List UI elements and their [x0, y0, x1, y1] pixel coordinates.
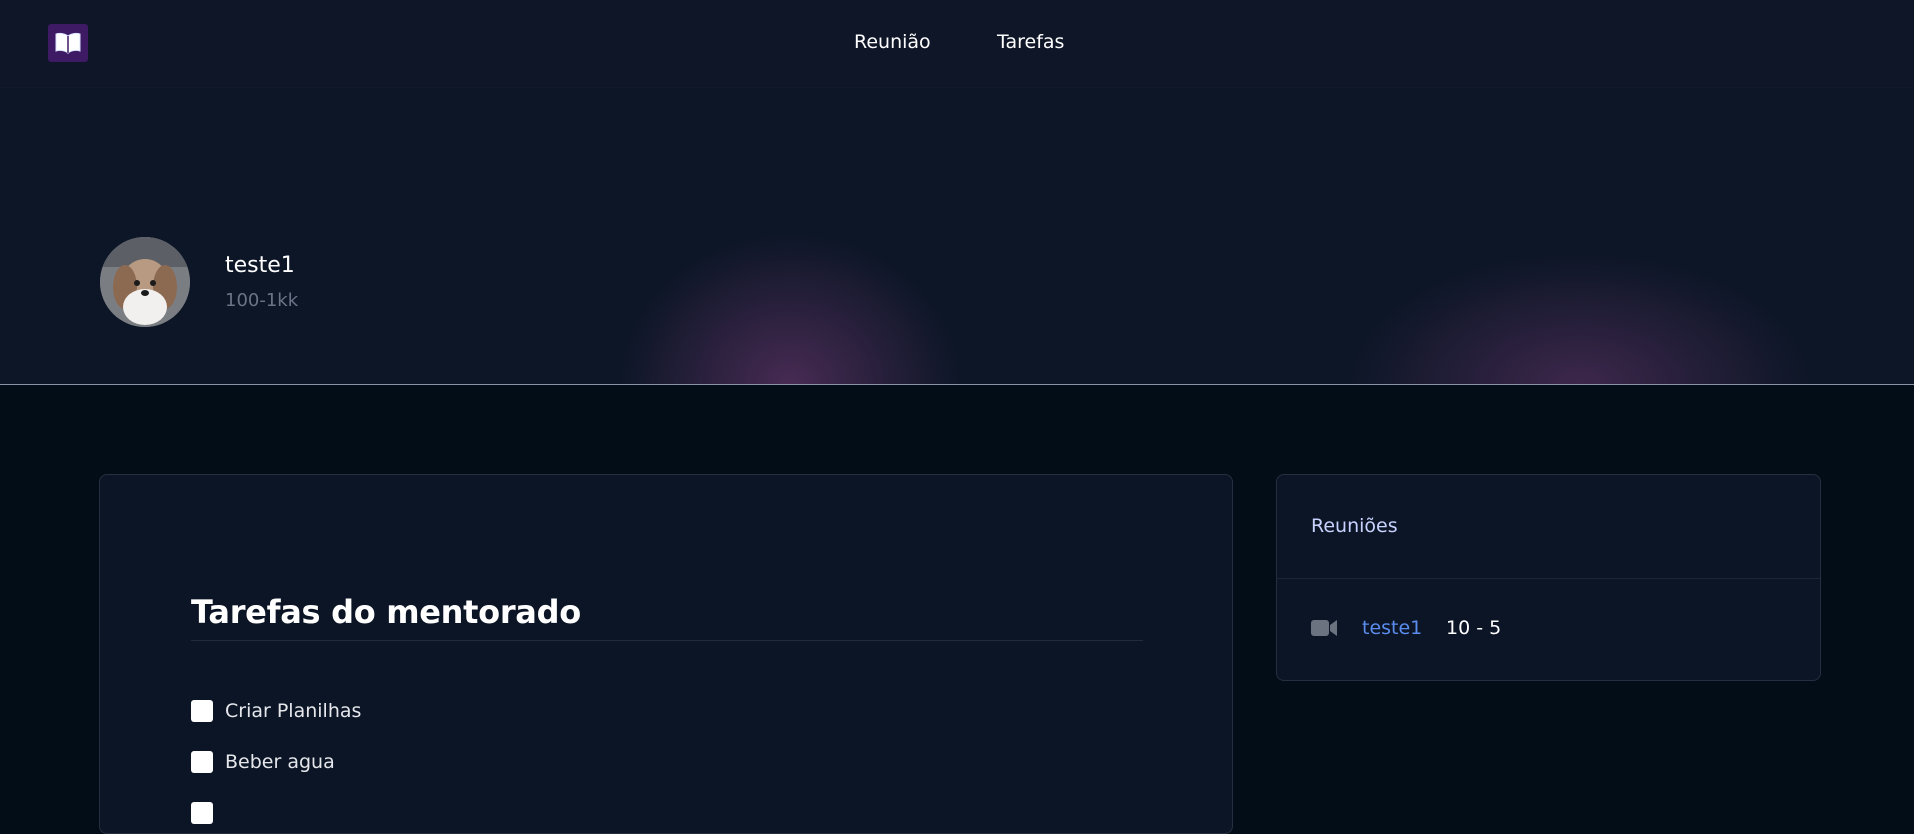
- nav-link-tarefas[interactable]: Tarefas: [997, 31, 1064, 53]
- divider: [1277, 578, 1820, 579]
- avatar: [100, 237, 190, 327]
- tasks-title: Tarefas do mentorado: [191, 593, 581, 631]
- profile-subtitle: 100-1kk: [225, 290, 299, 311]
- meetings-title: Reuniões: [1311, 515, 1398, 537]
- meeting-row: teste1 10 - 5: [1311, 617, 1791, 641]
- divider: [191, 640, 1143, 641]
- task-item[interactable]: Criar Planilhas: [191, 700, 361, 722]
- video-camera-icon: [1311, 620, 1337, 636]
- dog-photo: [100, 237, 190, 327]
- tasks-card: Tarefas do mentorado Criar Planilhas Beb…: [99, 474, 1233, 834]
- profile-name: teste1: [225, 253, 295, 278]
- task-label: Beber agua: [225, 751, 335, 773]
- meeting-time: 10 - 5: [1446, 617, 1502, 639]
- top-navbar: Reunião Tarefas: [0, 0, 1914, 88]
- main-nav: Reunião Tarefas: [0, 0, 1914, 88]
- task-checkbox[interactable]: [191, 751, 213, 773]
- task-item[interactable]: Beber agua: [191, 751, 335, 773]
- task-label: Criar Planilhas: [225, 700, 362, 722]
- meetings-card: Reuniões teste1 10 - 5: [1276, 474, 1821, 681]
- meeting-link[interactable]: teste1: [1362, 617, 1422, 639]
- task-checkbox[interactable]: [191, 700, 213, 722]
- task-checkbox[interactable]: [191, 802, 213, 824]
- profile-hero: [0, 88, 1914, 385]
- nav-link-reuniao[interactable]: Reunião: [854, 31, 931, 53]
- task-item[interactable]: [191, 802, 225, 824]
